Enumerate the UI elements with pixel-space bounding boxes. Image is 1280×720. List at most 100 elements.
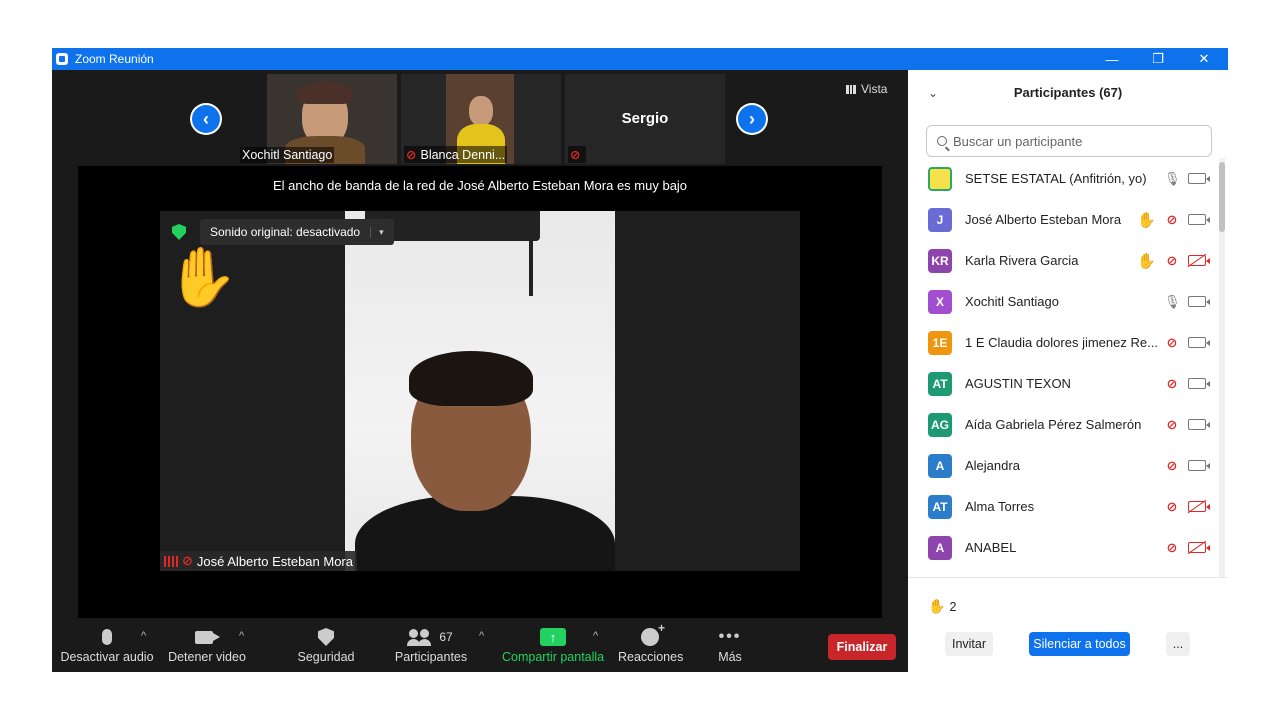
strip-next-button[interactable]: › [736, 103, 768, 135]
close-button[interactable]: ✕ [1181, 48, 1227, 70]
participant-name: SETSE ESTATAL (Anfitrión, yo) [965, 171, 1147, 186]
participant-row[interactable]: AG Aída Gabriela Pérez Salmerón ⊘ [908, 404, 1218, 445]
avatar: J [928, 207, 952, 232]
participant-name: Karla Rivera Garcia [965, 253, 1079, 268]
video-thumb-xochitl[interactable]: Xochitl Santiago [237, 74, 397, 164]
participant-name: Aída Gabriela Pérez Salmerón [965, 417, 1142, 432]
camera-icon[interactable] [1188, 378, 1210, 389]
security-button[interactable]: Seguridad [296, 624, 356, 672]
participants-button[interactable]: 67 Participantes [394, 624, 468, 672]
participant-row[interactable]: A Alejandra ⊘ [908, 445, 1218, 486]
camera-icon [195, 630, 220, 644]
reactions-button[interactable]: Reacciones [618, 621, 683, 672]
avatar: AT [928, 494, 952, 519]
video-options-caret[interactable]: ^ [239, 630, 244, 642]
more-button[interactable]: ••• Más [704, 624, 756, 672]
scrollbar-thumb[interactable] [1219, 162, 1225, 232]
camera-off-icon[interactable] [1188, 501, 1210, 512]
search-icon [937, 136, 947, 146]
participant-row[interactable]: J José Alberto Esteban Mora ✋ ⊘ [908, 199, 1218, 240]
camera-icon[interactable] [1188, 214, 1210, 225]
minimize-button[interactable]: — [1089, 48, 1135, 70]
share-screen-button[interactable]: ↑ Compartir pantalla [502, 624, 604, 672]
shield-icon [318, 628, 334, 646]
thumb-name: Xochitl Santiago [240, 147, 335, 163]
encryption-shield-icon [172, 224, 186, 240]
raised-hands-summary: ✋ 2 [928, 598, 956, 615]
thumb-name: ⊘ Blanca Denni... [404, 146, 508, 163]
mute-audio-button[interactable]: Desactivar audio [60, 624, 154, 672]
camera-icon[interactable] [1188, 296, 1210, 307]
stop-video-label: Detener video [168, 650, 246, 664]
chevron-right-icon: › [738, 105, 766, 133]
original-sound-toggle[interactable]: Sonido original: desactivado ▾ [200, 219, 394, 245]
participant-row[interactable]: SETSE ESTATAL (Anfitrión, yo) 🎙︎ [908, 158, 1218, 199]
meeting-area: ‹ Xochitl Santiago ⊘ Blanca Denni... Serg… [52, 70, 908, 672]
participant-list: SETSE ESTATAL (Anfitrión, yo) 🎙︎ J José Alb… [908, 158, 1218, 576]
camera-icon[interactable] [1188, 337, 1210, 348]
microphone-icon[interactable]: 🎙︎ [1164, 171, 1181, 187]
thumb-center-name: Sergio [621, 110, 669, 127]
mic-muted-icon[interactable]: ⊘ [1164, 335, 1180, 351]
mic-muted-icon[interactable]: ⊘ [1164, 417, 1180, 433]
mic-muted-icon: ⊘ [406, 148, 417, 162]
raised-hand-icon: ✋ [166, 245, 239, 310]
more-dots-icon: ••• [718, 628, 742, 645]
participants-icon [407, 629, 431, 646]
thumb-hair [297, 82, 353, 104]
participant-row[interactable]: 1E 1 E Claudia dolores jimenez Re... ⊘ [908, 322, 1218, 363]
camera-off-icon[interactable] [1188, 542, 1210, 553]
camera-off-icon[interactable] [1188, 255, 1210, 266]
audio-options-caret[interactable]: ^ [141, 630, 146, 642]
more-options-button[interactable]: ... [1166, 632, 1190, 656]
title-bar: Zoom Reunión — ❐ ✕ [52, 48, 1228, 70]
grid-icon [846, 84, 856, 94]
end-meeting-button[interactable]: Finalizar [828, 634, 896, 660]
bandwidth-warning: El ancho de banda de la red de José Albe… [272, 178, 688, 193]
participants-options-caret[interactable]: ^ [479, 630, 484, 642]
thumb-name-text: Blanca Denni... [420, 148, 506, 162]
mute-all-button[interactable]: Silenciar a todos [1029, 632, 1130, 656]
video-thumb-sergio[interactable]: Sergio ⊘ [565, 74, 725, 164]
mic-muted-icon[interactable]: ⊘ [1164, 253, 1180, 269]
camera-icon[interactable] [1188, 173, 1210, 184]
participant-row[interactable]: AT AGUSTIN TEXON ⊘ [908, 363, 1218, 404]
zoom-logo-icon [56, 53, 68, 65]
participant-row[interactable]: X Xochitl Santiago 🎙︎ [908, 281, 1218, 322]
participant-search-input[interactable]: Buscar un participante [926, 125, 1212, 157]
camera-icon[interactable] [1188, 419, 1210, 430]
strip-prev-button[interactable]: ‹ [190, 103, 222, 135]
security-label: Seguridad [297, 650, 355, 664]
host-logo-avatar [928, 166, 952, 191]
mic-muted-icon[interactable]: ⊘ [1164, 376, 1180, 392]
video-thumb-blanca[interactable]: ⊘ Blanca Denni... [401, 74, 561, 164]
panel-title: Participantes (67) [1013, 85, 1123, 100]
share-options-caret[interactable]: ^ [593, 630, 598, 642]
window-title: Zoom Reunión [75, 52, 154, 66]
restore-button[interactable]: ❐ [1135, 48, 1181, 70]
thumb-face [469, 96, 493, 126]
camera-icon[interactable] [1188, 460, 1210, 471]
raised-hand-icon: ✋ [928, 598, 946, 614]
mic-muted-icon[interactable]: ⊘ [1164, 212, 1180, 228]
view-button[interactable]: Vista [846, 82, 887, 96]
avatar: 1E [928, 330, 952, 355]
mic-muted-icon[interactable]: ⊘ [1164, 499, 1180, 515]
invite-button[interactable]: Invitar [945, 632, 993, 656]
main-stage: El ancho de banda de la red de José Albe… [78, 166, 882, 618]
participant-name: 1 E Claudia dolores jimenez Re... [965, 335, 1158, 350]
participant-name: Xochitl Santiago [965, 294, 1059, 309]
participant-row[interactable]: AT Alma Torres ⊘ [908, 486, 1218, 527]
avatar: X [928, 289, 952, 314]
participant-row[interactable]: KR Karla Rivera Garcia ✋ ⊘ [908, 240, 1218, 281]
chevron-down-icon[interactable]: ▾ [370, 226, 384, 238]
stop-video-button[interactable]: Detener video [168, 624, 246, 672]
mic-muted-icon[interactable]: ⊘ [1164, 540, 1180, 556]
participant-name: Alejandra [965, 458, 1020, 473]
mic-muted-icon[interactable]: ⊘ [1164, 458, 1180, 474]
participant-row[interactable]: A ANABEL ⊘ [908, 527, 1218, 568]
microphone-icon[interactable]: 🎙︎ [1164, 294, 1181, 310]
active-speaker-video[interactable]: Sonido original: desactivado ▾ ✋ ⊘ José … [160, 211, 800, 571]
speaker-name-tag: ⊘ José Alberto Esteban Mora [160, 551, 357, 571]
view-label: Vista [861, 82, 888, 96]
